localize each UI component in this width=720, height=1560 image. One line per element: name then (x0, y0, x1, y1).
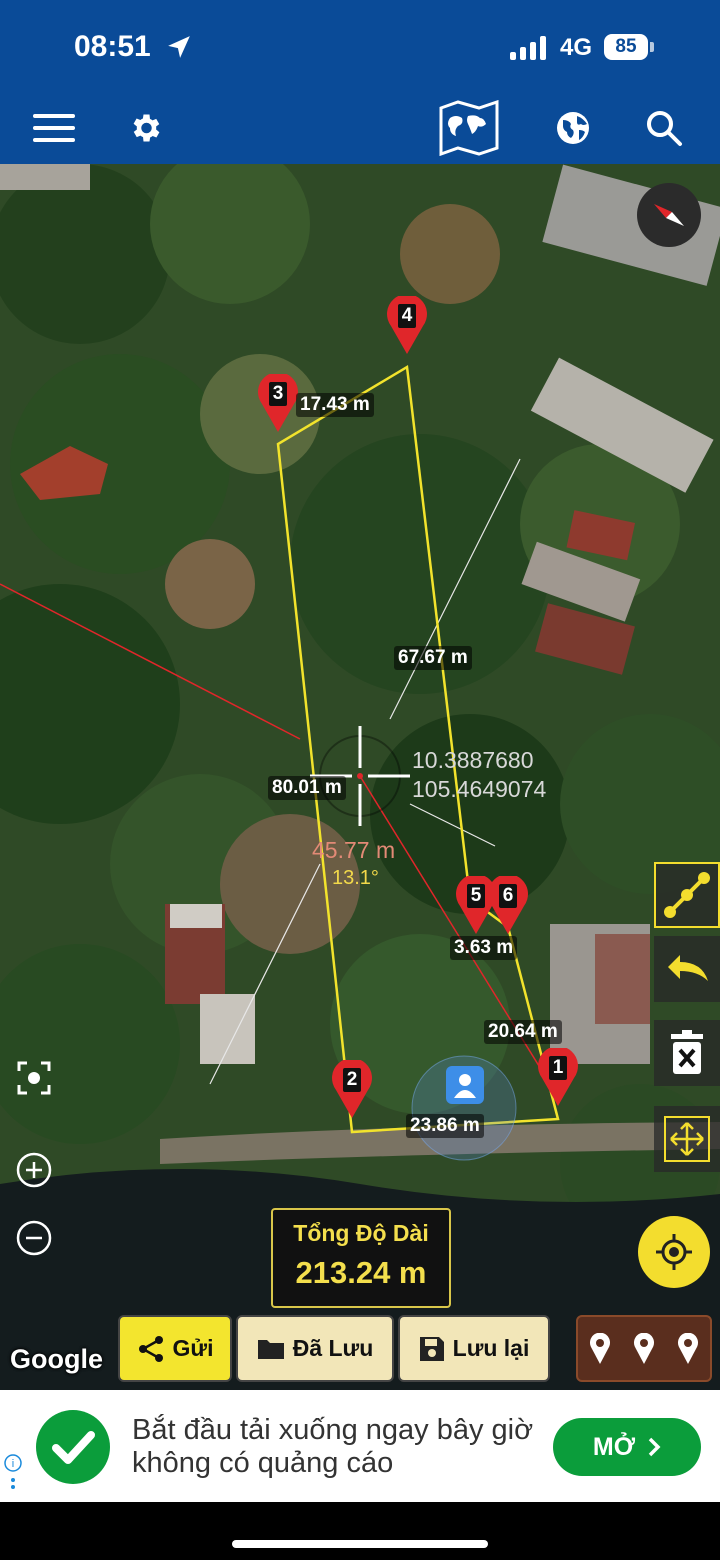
zoom-out-icon[interactable] (12, 1216, 56, 1260)
svg-text:i: i (12, 1458, 14, 1470)
delete-icon[interactable] (654, 1020, 720, 1086)
status-bar: 08:51 4G 85 (0, 0, 720, 92)
chevron-right-icon (648, 1437, 661, 1457)
map-marker-6[interactable]: 6 (486, 874, 530, 936)
compass-icon[interactable] (636, 182, 702, 248)
home-bar (0, 1502, 720, 1560)
crosshair-coordinates: 10.3887680 105.4649074 (412, 746, 546, 804)
location-arrow-icon (168, 36, 190, 58)
ad-banner[interactable]: i Bắt đầu tải xuống ngay bây giờ không c… (0, 1390, 720, 1502)
zoom-in-icon[interactable] (12, 1148, 56, 1192)
marker-number: 4 (398, 304, 416, 328)
distance-measure: 45.77 m 13.1° (312, 836, 395, 892)
measure-angle: 13.1° (332, 867, 379, 889)
segment-length-label: 80.01 m (268, 776, 346, 800)
draw-line-tool[interactable] (654, 862, 720, 928)
folder-icon (257, 1339, 284, 1359)
map-marker-4[interactable]: 4 (385, 294, 429, 356)
segment-length-label: 3.63 m (450, 936, 518, 960)
google-attribution: Google (10, 1344, 103, 1374)
longitude: 105.4649074 (412, 776, 547, 802)
map-marker-3[interactable]: 3 (256, 372, 300, 434)
segment-length-label: 17.43 m (296, 393, 374, 417)
gear-icon[interactable] (122, 92, 168, 164)
checkmark-icon (36, 1410, 110, 1484)
pin-icon (634, 1332, 654, 1364)
saved-button[interactable]: Đã Lưu (236, 1315, 394, 1382)
status-time: 08:51 (74, 30, 151, 63)
map-view[interactable]: 1 2 3 4 5 6 17.43 m 67.67 m 80.01 m 3.63… (0, 164, 720, 1390)
signal-icon (510, 36, 546, 60)
world-map-icon[interactable] (436, 92, 502, 164)
user-location-icon[interactable] (446, 1066, 484, 1104)
ad-open-label: MỞ (592, 1432, 636, 1461)
network-type: 4G (560, 34, 593, 61)
measure-distance: 45.77 m (312, 837, 396, 863)
segment-length-label: 67.67 m (394, 646, 472, 670)
crosshair-gps-icon (656, 1234, 692, 1270)
latitude: 10.3887680 (412, 747, 534, 773)
map-marker-2[interactable]: 2 (330, 1058, 374, 1120)
fit-bounds-icon[interactable] (654, 1106, 720, 1172)
send-button[interactable]: Gửi (118, 1315, 232, 1382)
ad-info-icon[interactable]: i (4, 1454, 22, 1494)
ad-text: Bắt đầu tải xuống ngay bây giờ không có … (132, 1414, 534, 1479)
save-label: Lưu lại (452, 1335, 530, 1361)
floppy-disk-icon (419, 1336, 444, 1361)
globe-icon[interactable] (552, 92, 594, 164)
marker-number: 1 (549, 1056, 567, 1080)
home-indicator[interactable] (232, 1540, 488, 1548)
saved-label: Đã Lưu (292, 1335, 374, 1361)
satellite-imagery (0, 164, 720, 1390)
search-icon[interactable] (642, 92, 686, 164)
share-icon (138, 1335, 163, 1362)
battery-level: 85 (615, 36, 637, 57)
undo-icon[interactable] (654, 936, 720, 1002)
marker-number: 5 (467, 884, 485, 908)
total-length-value: 213.24 m (295, 1255, 427, 1290)
my-location-button[interactable] (638, 1216, 710, 1288)
markers-button[interactable] (576, 1315, 712, 1382)
pin-icon (678, 1332, 698, 1364)
segment-length-label: 20.64 m (484, 1020, 562, 1044)
battery-tip (650, 42, 654, 52)
battery-icon: 85 (604, 34, 648, 60)
pin-icon (590, 1332, 610, 1364)
menu-icon[interactable] (28, 92, 80, 164)
total-length-label: Tổng Độ Dài (293, 1220, 429, 1246)
save-button[interactable]: Lưu lại (398, 1315, 550, 1382)
top-toolbar (0, 92, 720, 164)
send-label: Gửi (172, 1335, 214, 1361)
marker-number: 3 (269, 382, 287, 406)
total-length-panel: Tổng Độ Dài 213.24 m (271, 1208, 451, 1308)
screenshot-focus-icon[interactable] (12, 1056, 56, 1100)
marker-number: 6 (499, 884, 517, 908)
marker-number: 2 (343, 1068, 361, 1092)
ad-open-button[interactable]: MỞ (553, 1418, 701, 1476)
map-marker-1[interactable]: 1 (536, 1046, 580, 1108)
segment-length-label: 23.86 m (406, 1114, 484, 1138)
